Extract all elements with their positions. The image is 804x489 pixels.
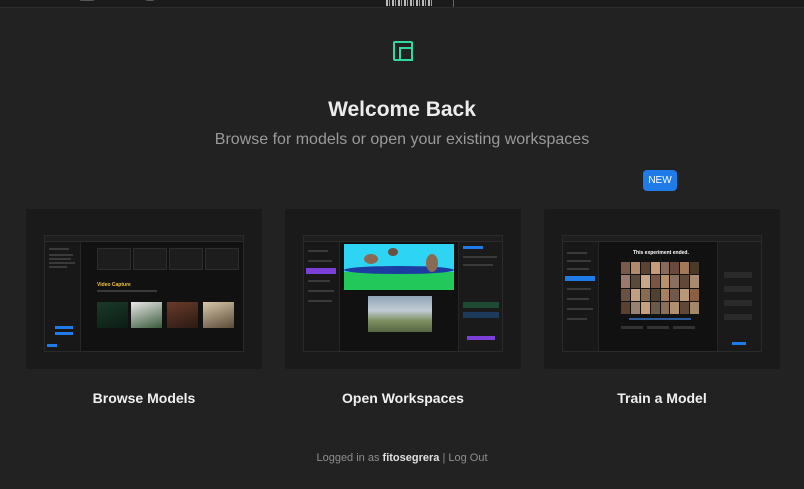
username: fitosegrera — [382, 452, 440, 464]
open-workspaces-label[interactable]: Open Workspaces — [285, 390, 521, 406]
login-prefix: Logged in as — [316, 452, 380, 464]
barcode-graphic — [386, 0, 432, 6]
topbar-fragment — [80, 0, 94, 1]
open-workspaces-preview — [303, 235, 503, 352]
page-subtitle: Browse for models or open your existing … — [214, 131, 590, 148]
topbar-divider — [453, 0, 454, 7]
browse-models-preview: Video Capture — [44, 235, 244, 352]
footer-separator: | — [442, 452, 446, 464]
preview-heading: Video Capture — [97, 282, 131, 288]
new-badge: NEW — [643, 170, 677, 191]
topbar-fragment — [146, 0, 154, 1]
preview-heading: This experiment ended. — [633, 250, 689, 256]
top-bar — [0, 0, 804, 8]
browse-models-label[interactable]: Browse Models — [26, 390, 262, 406]
train-model-card[interactable]: This experiment ended. — [544, 209, 780, 369]
train-model-preview: This experiment ended. — [562, 235, 762, 352]
login-status: Logged in as fitosegrera | Log Out — [0, 452, 804, 464]
browse-models-card[interactable]: Video Capture — [26, 209, 262, 369]
runway-logo-icon — [393, 41, 413, 61]
page-title: Welcome Back — [328, 98, 476, 121]
open-workspaces-card[interactable] — [285, 209, 521, 369]
train-model-label[interactable]: Train a Model — [544, 390, 780, 406]
logout-link[interactable]: Log Out — [448, 452, 487, 464]
